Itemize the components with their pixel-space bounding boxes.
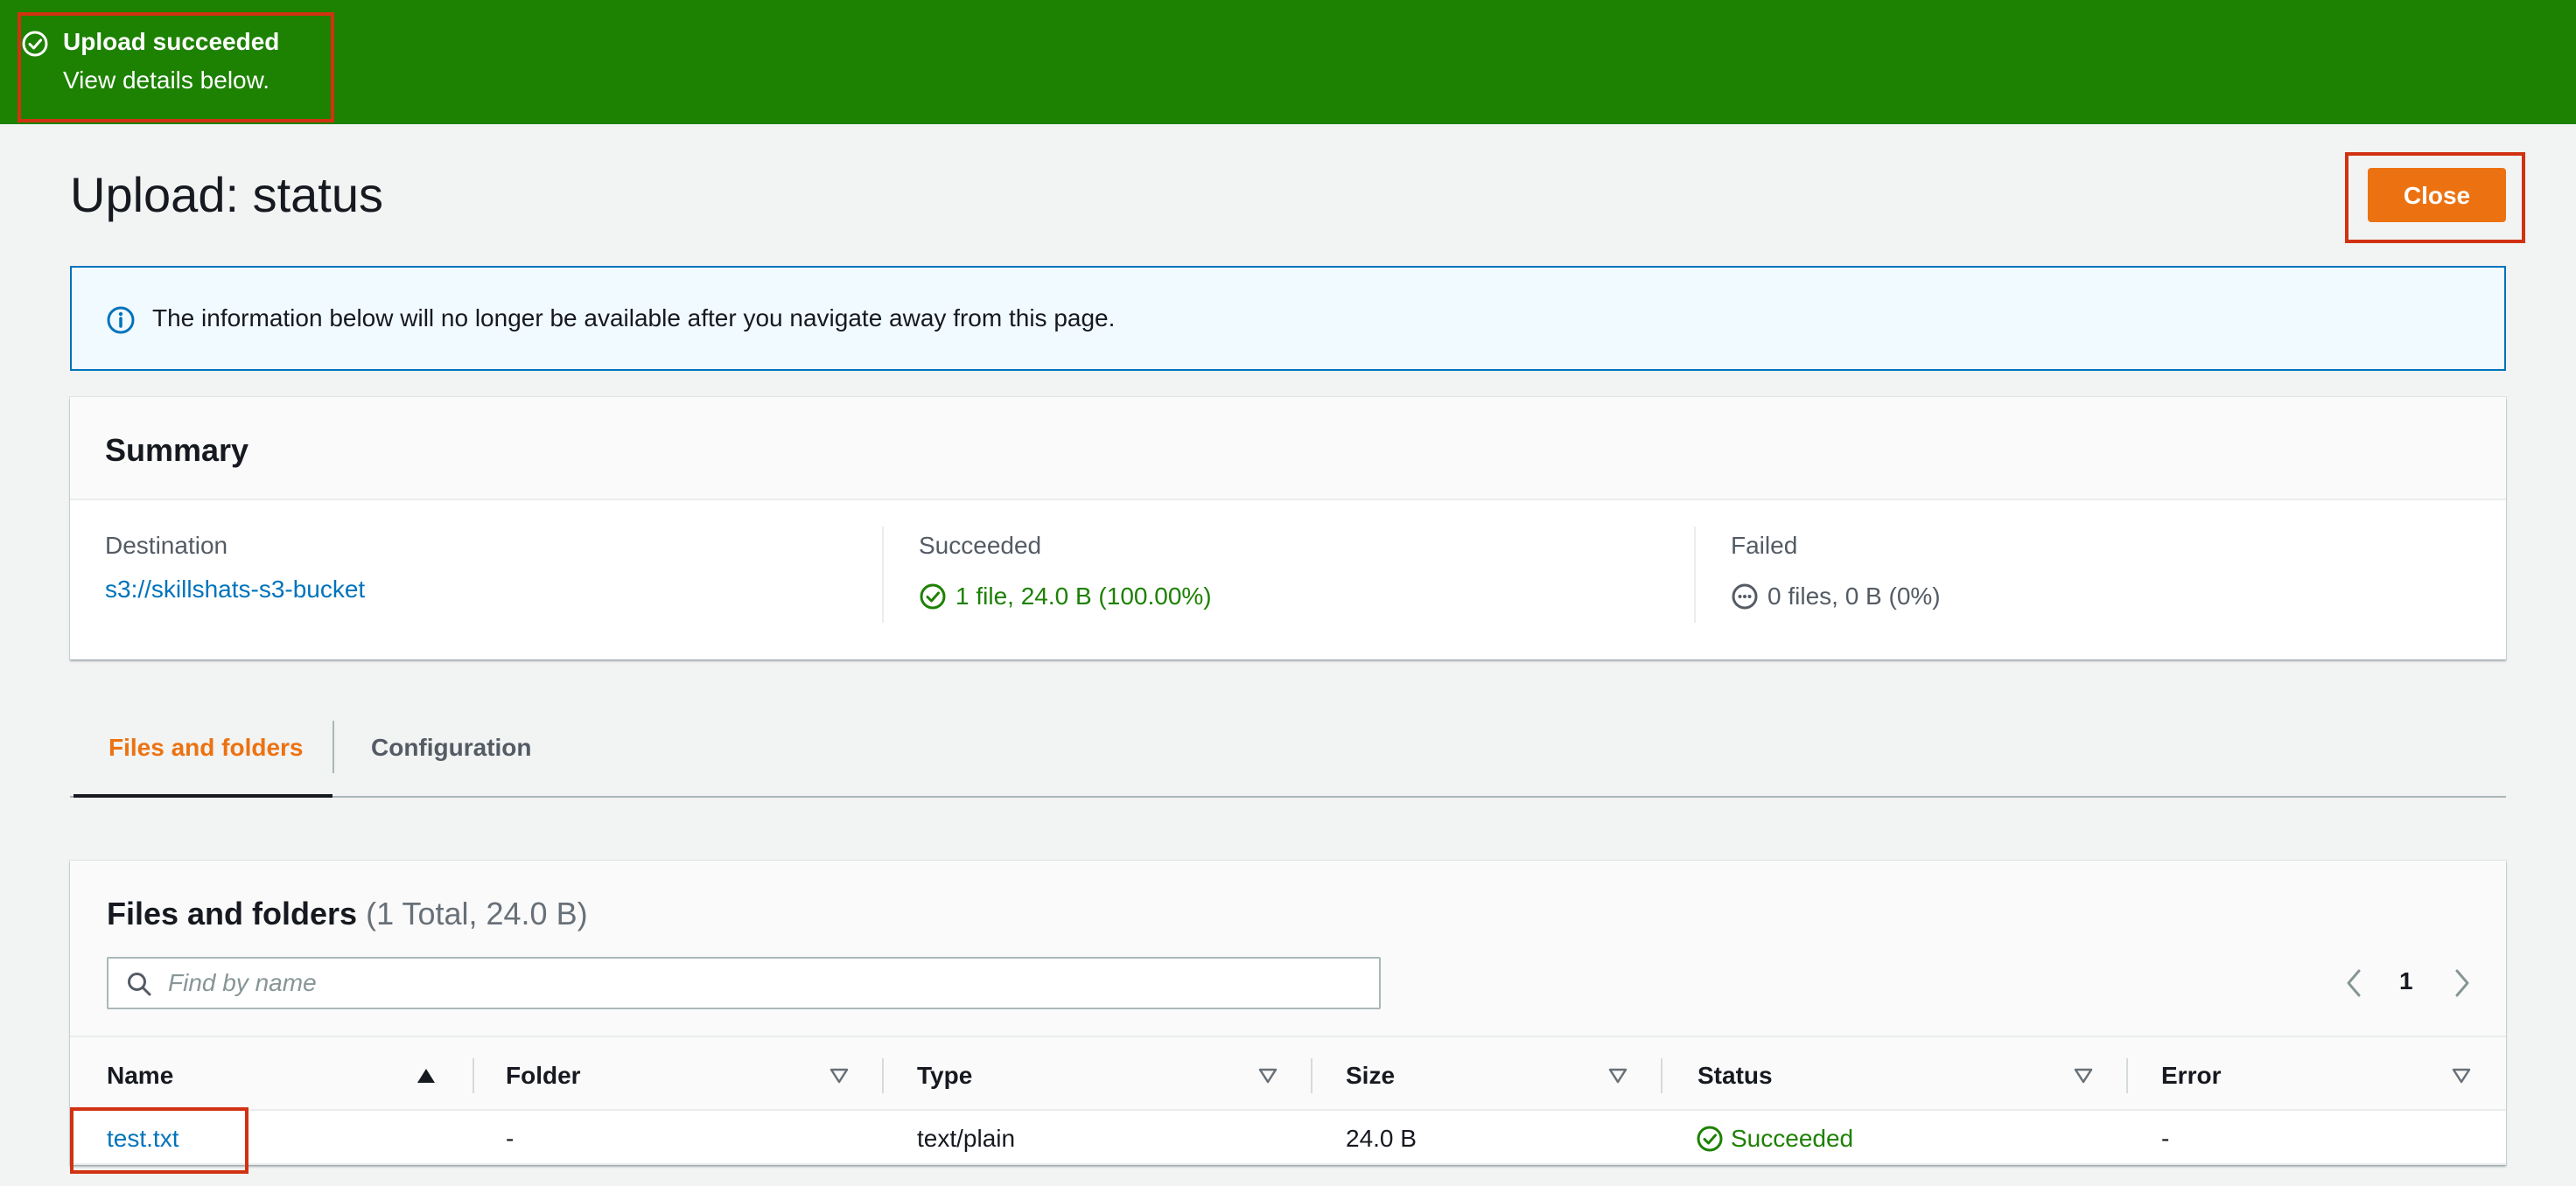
- check-circle-icon: [920, 583, 946, 610]
- column-divider: [1311, 1058, 1312, 1093]
- column-divider: [1661, 1058, 1662, 1093]
- flash-title: Upload succeeded: [63, 28, 280, 55]
- destination-link[interactable]: s3://skillshats-s3-bucket: [105, 576, 365, 603]
- sort-icon[interactable]: [1608, 1067, 1628, 1085]
- chevron-left-icon[interactable]: [2342, 966, 2368, 1001]
- sort-icon[interactable]: [1258, 1067, 1278, 1085]
- succeeded-label: Succeeded: [919, 532, 1042, 559]
- info-icon: [107, 306, 135, 334]
- succeeded-value-row: 1 file, 24.0 B (100.00%): [919, 583, 1212, 610]
- tab-configuration[interactable]: Configuration: [371, 717, 532, 798]
- table-row: test.txt - text/plain 24.0 B Succeeded -: [70, 1111, 2506, 1165]
- tab-bar: Files and folders Configuration: [70, 717, 2506, 798]
- alert-text: The information below will no longer be …: [152, 304, 1116, 331]
- cell-size: 24.0 B: [1346, 1125, 1417, 1152]
- sort-icon[interactable]: [2452, 1067, 2471, 1085]
- column-divider: [882, 527, 884, 623]
- tab-divider: [332, 721, 334, 773]
- cell-status: Succeeded: [1696, 1125, 1853, 1153]
- destination-label: Destination: [105, 532, 228, 559]
- succeeded-value: 1 file, 24.0 B (100.00%): [956, 583, 1212, 610]
- failed-label: Failed: [1731, 532, 1798, 559]
- status-text: Succeeded: [1731, 1125, 1854, 1152]
- files-title: Files and folders (1 Total, 24.0 B): [107, 896, 588, 932]
- column-divider: [2126, 1058, 2128, 1093]
- failed-value-row: 0 files, 0 B (0%): [1731, 583, 1941, 610]
- table-header-row: Name Folder Type Size Status Error: [70, 1036, 2506, 1111]
- check-circle-icon: [1697, 1126, 1723, 1152]
- summary-header: Summary: [70, 397, 2506, 500]
- column-divider: [1694, 527, 1696, 623]
- flash-subtitle: View details below.: [63, 66, 270, 94]
- column-header-size[interactable]: Size: [1346, 1062, 1395, 1090]
- column-header-folder[interactable]: Folder: [506, 1062, 581, 1090]
- summary-title: Summary: [105, 432, 249, 468]
- sort-icon[interactable]: [2074, 1067, 2093, 1085]
- column-divider: [472, 1058, 474, 1093]
- file-name-highlight-outline: [70, 1107, 248, 1174]
- close-button[interactable]: Close: [2368, 168, 2506, 222]
- flash-banner: Upload succeeded View details below.: [0, 0, 2576, 124]
- column-header-status[interactable]: Status: [1698, 1062, 1773, 1090]
- cell-folder: -: [506, 1125, 514, 1152]
- files-table-panel: Files and folders (1 Total, 24.0 B) 1 Na…: [70, 861, 2506, 1165]
- summary-panel: Summary Destination s3://skillshats-s3-b…: [70, 397, 2506, 659]
- files-count: (1 Total, 24.0 B): [366, 896, 588, 931]
- page-number[interactable]: 1: [2399, 967, 2413, 995]
- tab-files-and-folders[interactable]: Files and folders: [74, 717, 332, 798]
- sort-ascending-icon[interactable]: [416, 1067, 436, 1085]
- column-divider: [882, 1058, 884, 1093]
- chevron-right-icon[interactable]: [2448, 966, 2474, 1001]
- cell-type: text/plain: [917, 1125, 1016, 1152]
- files-title-text: Files and folders: [107, 896, 358, 931]
- check-circle-icon: [22, 31, 48, 57]
- info-alert: The information below will no longer be …: [70, 266, 2506, 371]
- column-header-error[interactable]: Error: [2161, 1062, 2221, 1090]
- page-title: Upload: status: [70, 167, 383, 222]
- files-table-header: Files and folders (1 Total, 24.0 B) 1: [70, 861, 2506, 1036]
- search-icon: [128, 973, 151, 996]
- pending-circle-icon: [1732, 583, 1758, 610]
- search-input[interactable]: [166, 966, 1365, 1001]
- cell-error: -: [2161, 1125, 2170, 1152]
- column-header-name[interactable]: Name: [107, 1062, 173, 1090]
- sort-icon[interactable]: [830, 1067, 849, 1085]
- failed-value: 0 files, 0 B (0%): [1768, 583, 1941, 610]
- search-box[interactable]: [107, 957, 1381, 1009]
- column-header-type[interactable]: Type: [917, 1062, 972, 1090]
